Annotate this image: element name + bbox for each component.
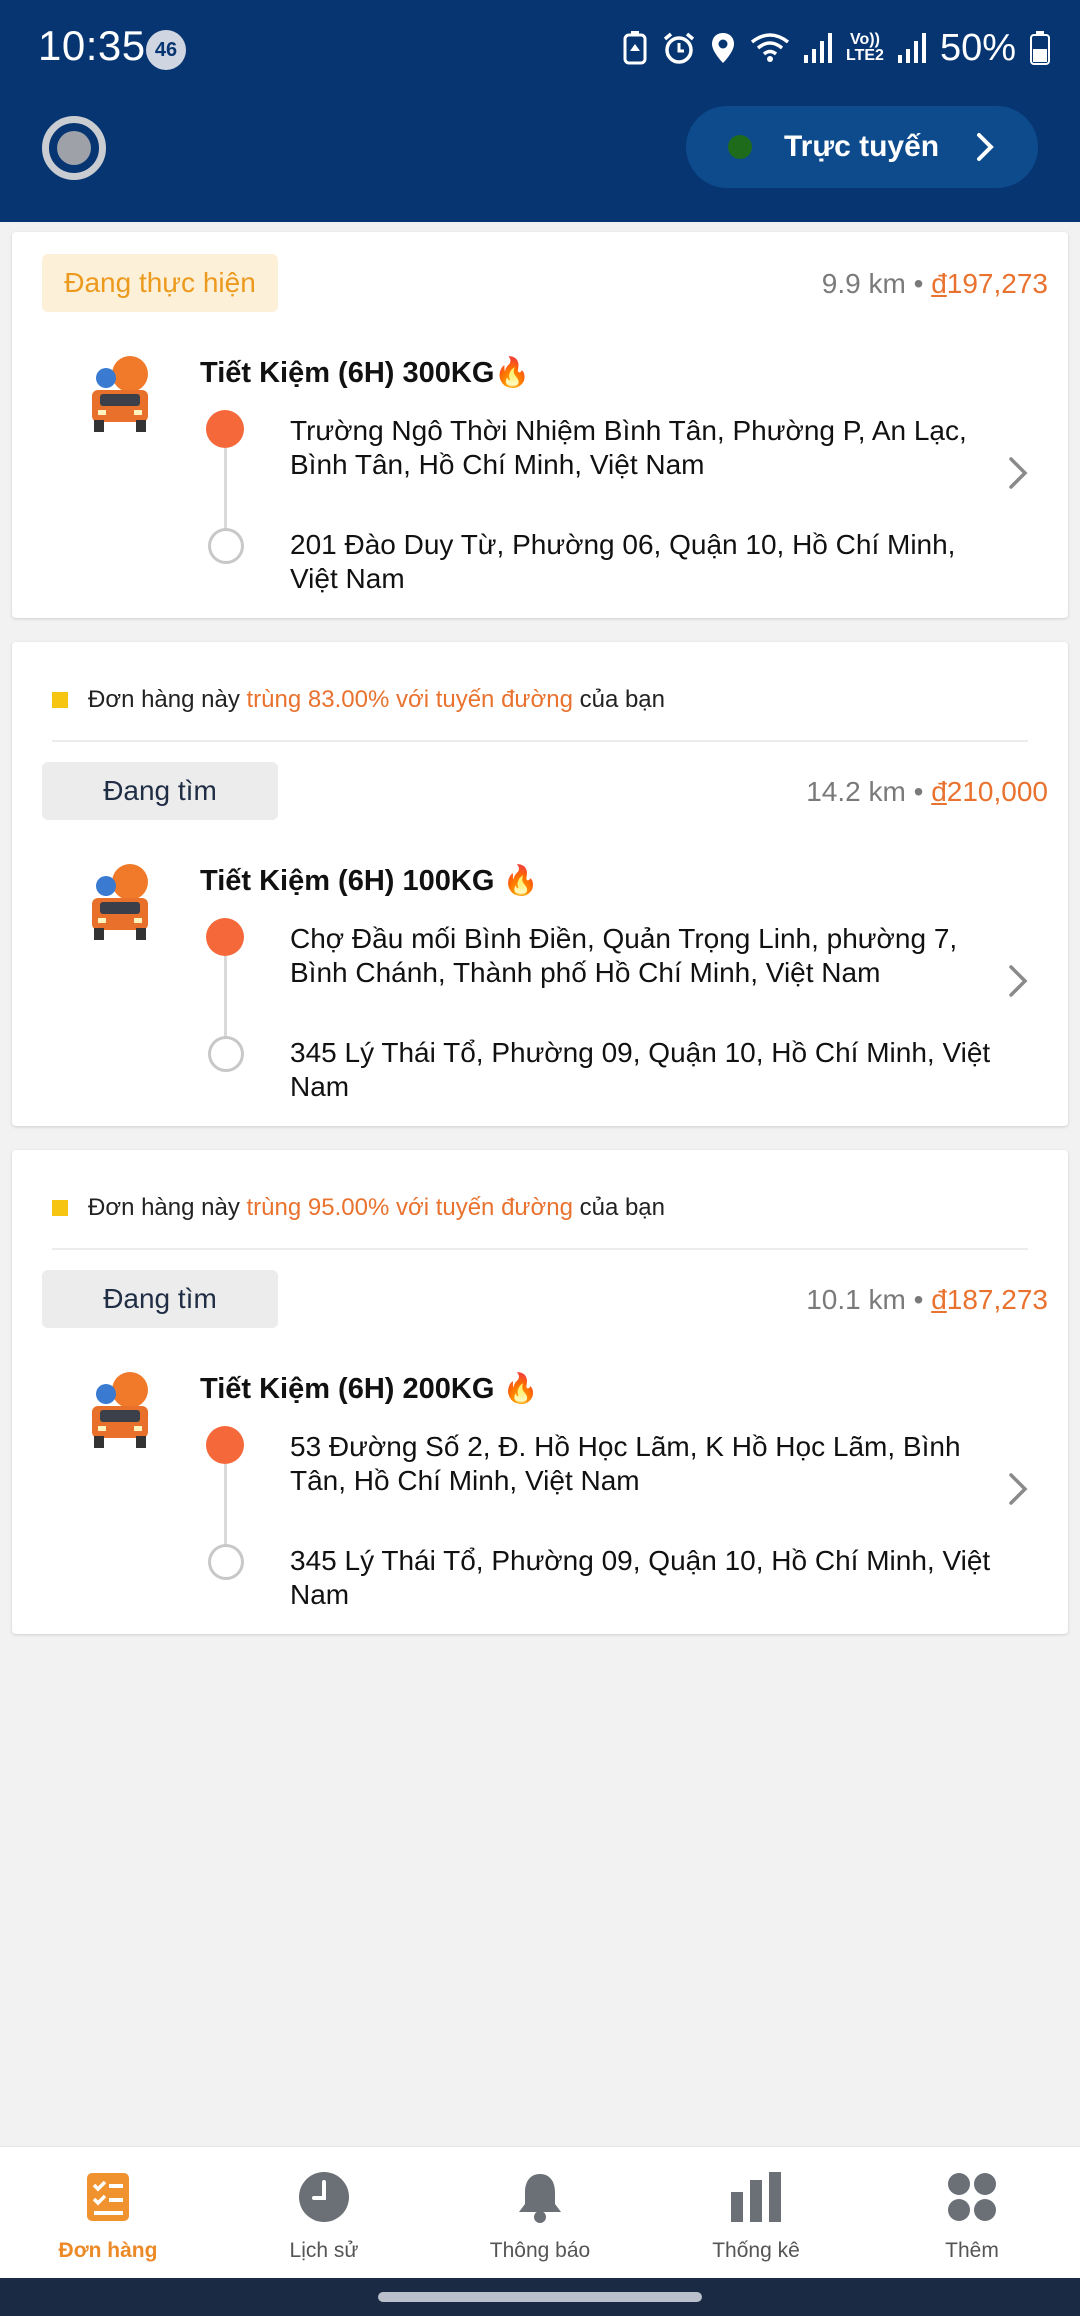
- pickup-marker-icon: [206, 410, 244, 448]
- dropoff-address: 345 Lý Thái Tổ, Phường 09, Quận 10, Hồ C…: [290, 1037, 991, 1102]
- notification-count-badge: 46: [146, 30, 186, 70]
- order-card[interactable]: Đang thực hiện 9.9 km • đ197,273 Tiết Ki…: [12, 232, 1068, 618]
- nav-item-more[interactable]: Thêm: [864, 2147, 1080, 2278]
- order-meta: 14.2 km • đ210,000: [806, 776, 1048, 807]
- orders-icon: [80, 2169, 136, 2225]
- divider: [52, 1248, 1028, 1250]
- order-price: đ197,273: [931, 268, 1048, 299]
- nav-label: Thêm: [945, 2239, 999, 2262]
- truck-icon: [84, 1370, 154, 1450]
- status-time: 10:35: [38, 22, 146, 69]
- order-status-badge: Đang thực hiện: [42, 254, 278, 312]
- location-icon: [710, 31, 736, 65]
- dropoff-address: 345 Lý Thái Tổ, Phường 09, Quận 10, Hồ C…: [290, 1545, 991, 1610]
- chevron-right-icon: [1008, 456, 1028, 495]
- route-match-note: Đơn hàng này trùng 95.00% với tuyến đườn…: [52, 1194, 665, 1222]
- pickup-marker-icon: [206, 918, 244, 956]
- nav-item-notifications[interactable]: Thông báo: [432, 2147, 648, 2278]
- bell-icon: [512, 2169, 568, 2225]
- more-icon: [944, 2169, 1000, 2225]
- dropoff-address: 201 Đào Duy Từ, Phường 06, Quận 10, Hồ C…: [290, 529, 956, 594]
- order-status-badge: Đang tìm: [42, 1270, 278, 1328]
- pickup-address: 53 Đường Số 2, Đ. Hồ Học Lãm, K Hồ Học L…: [290, 1431, 961, 1496]
- recycle-icon: [622, 31, 648, 65]
- match-indicator-icon: [52, 1200, 68, 1216]
- nav-label: Lịch sử: [289, 2239, 359, 2262]
- driver-status-indicator: [57, 131, 91, 165]
- battery-icon: [1030, 31, 1050, 65]
- order-service: Tiết Kiệm (6H) 100KG 🔥: [200, 865, 539, 897]
- order-distance: 9.9 km: [821, 268, 906, 299]
- divider: [52, 740, 1028, 742]
- signal-icon-2: [897, 33, 926, 63]
- route-match-note: Đơn hàng này trùng 83.00% với tuyến đườn…: [52, 686, 665, 714]
- dropoff-marker-icon: [208, 1544, 244, 1580]
- nav-label: Thống kê: [712, 2239, 800, 2262]
- dropoff-marker-icon: [208, 1036, 244, 1072]
- order-distance: 14.2 km: [806, 776, 906, 807]
- chevron-right-icon: [1008, 964, 1028, 1003]
- truck-icon: [84, 354, 154, 434]
- order-price: đ187,273: [931, 1284, 1048, 1315]
- online-dot-icon: [728, 135, 752, 159]
- truck-icon: [84, 862, 154, 942]
- order-service: Tiết Kiệm (6H) 300KG🔥: [200, 357, 531, 389]
- match-indicator-icon: [52, 692, 68, 708]
- nav-label: Thông báo: [489, 2239, 591, 2262]
- nav-item-stats[interactable]: Thống kê: [648, 2147, 864, 2278]
- pickup-address: Chợ Đầu mối Bình Điền, Quản Trọng Linh, …: [290, 923, 958, 988]
- chevron-right-icon: [1008, 1472, 1028, 1511]
- driver-status-toggle[interactable]: [42, 116, 106, 180]
- nav-item-orders[interactable]: Đơn hàng: [0, 2147, 216, 2278]
- signal-icon-1: [804, 33, 832, 63]
- order-price: đ210,000: [931, 776, 1048, 807]
- home-gesture-handle[interactable]: [378, 2292, 702, 2302]
- order-status-badge: Đang tìm: [42, 762, 278, 820]
- app-header: 10:35 46 Vo)) LTE2 50% Trực tuyến: [0, 0, 1080, 222]
- chevron-right-icon: [976, 132, 994, 167]
- status-icons: Vo)) LTE2 50%: [622, 24, 1050, 72]
- history-icon: [296, 2169, 352, 2225]
- alarm-icon: [662, 31, 696, 65]
- status-bar: 10:35 46 Vo)) LTE2 50%: [0, 0, 1080, 96]
- pickup-marker-icon: [206, 1426, 244, 1464]
- online-status-button[interactable]: Trực tuyến: [686, 106, 1038, 188]
- lte-indicator: Vo)) LTE2: [846, 31, 884, 64]
- order-card[interactable]: Đơn hàng này trùng 83.00% với tuyến đườn…: [12, 642, 1068, 1126]
- nav-item-history[interactable]: Lịch sử: [216, 2147, 432, 2278]
- order-meta: 10.1 km • đ187,273: [806, 1284, 1048, 1315]
- online-status-label: Trực tuyến: [784, 130, 940, 163]
- order-meta: 9.9 km • đ197,273: [821, 268, 1048, 299]
- bottom-nav: Đơn hàng Lịch sử Thông báo Thống kê Thêm: [0, 2146, 1080, 2278]
- nav-label: Đơn hàng: [58, 2239, 158, 2262]
- order-distance: 10.1 km: [806, 1284, 906, 1315]
- dropoff-marker-icon: [208, 528, 244, 564]
- order-card[interactable]: Đơn hàng này trùng 95.00% với tuyến đườn…: [12, 1150, 1068, 1634]
- pickup-address: Trường Ngô Thời Nhiệm Bình Tân, Phường P…: [290, 415, 967, 480]
- system-navigation-bar: [0, 2278, 1080, 2316]
- order-service: Tiết Kiệm (6H) 200KG 🔥: [200, 1373, 539, 1405]
- battery-percent: 50%: [939, 26, 1016, 69]
- wifi-icon: [750, 32, 790, 64]
- stats-icon: [728, 2169, 784, 2225]
